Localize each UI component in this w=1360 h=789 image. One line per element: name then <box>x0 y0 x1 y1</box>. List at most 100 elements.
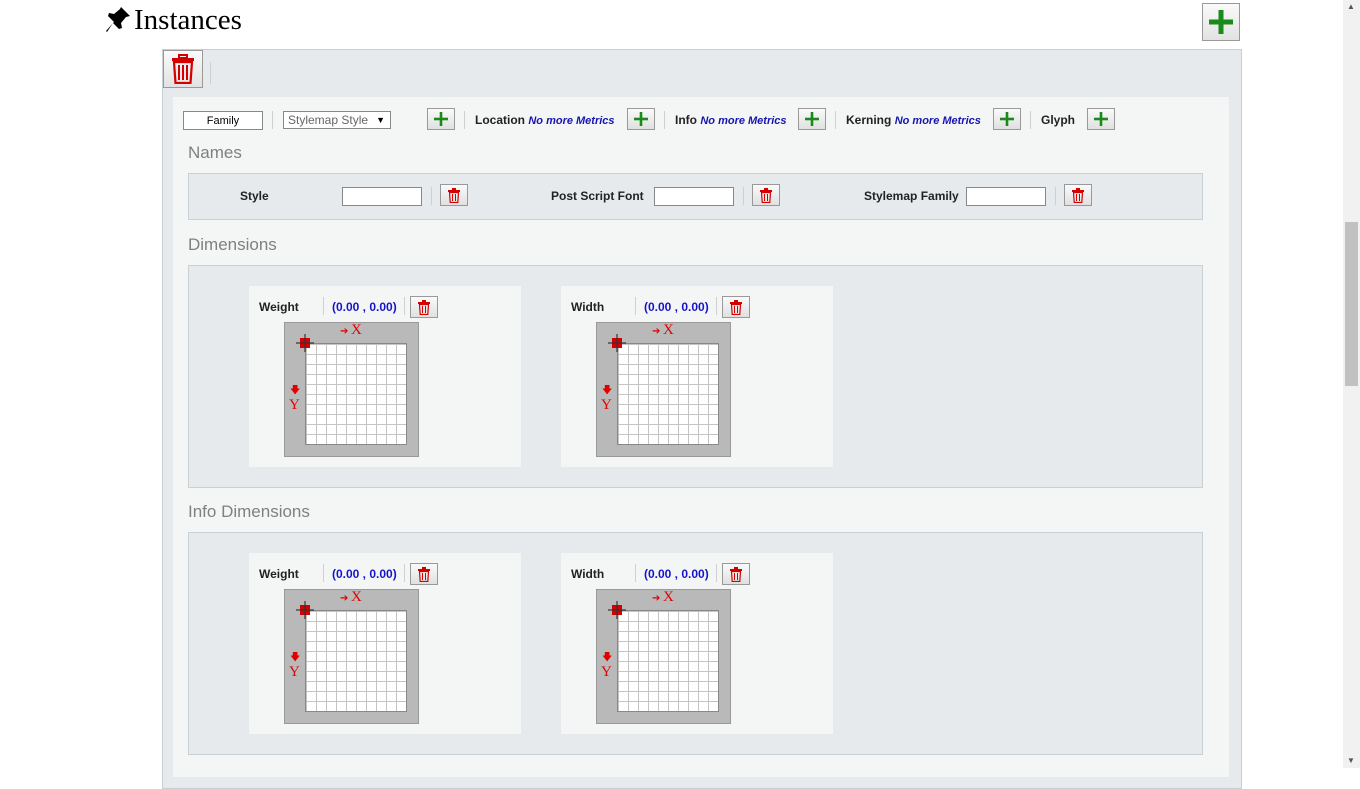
xy-grid[interactable] <box>617 343 719 445</box>
separator <box>404 297 405 315</box>
trash-icon <box>418 566 430 582</box>
separator <box>323 564 324 582</box>
x-axis-label: X <box>351 589 362 605</box>
delete-stylemap-family-button[interactable] <box>1064 184 1092 206</box>
xy-grid[interactable] <box>617 610 719 712</box>
delete-post-script-font-button[interactable] <box>752 184 780 206</box>
xy-grid[interactable] <box>305 343 407 445</box>
x-arrow-icon: ➔ <box>340 593 349 604</box>
chevron-down-icon: ▼ <box>376 115 385 125</box>
pin-icon <box>106 7 130 32</box>
add-name-button[interactable] <box>427 108 455 130</box>
plus-icon <box>1094 112 1108 126</box>
separator <box>464 111 465 129</box>
page-title: Instances <box>134 3 242 36</box>
location-text: Location <box>475 113 525 127</box>
xy-grid[interactable] <box>305 610 407 712</box>
x-arrow-icon: ➔ <box>652 326 661 337</box>
xy-pad[interactable]: ➔ X 🡇 Y <box>284 322 419 457</box>
xy-pad[interactable]: ➔ X 🡇 Y <box>596 589 731 724</box>
xy-handle[interactable] <box>296 334 314 352</box>
plus-icon <box>634 112 648 126</box>
stylemap-style-select[interactable]: Stylemap Style ▼ <box>283 111 391 129</box>
add-instance-button[interactable] <box>1202 3 1240 41</box>
delete-dimension-button[interactable] <box>410 296 438 318</box>
dimension-card-weight: Weight (0.00 , 0.00) ➔ X 🡇 Y <box>249 286 521 467</box>
stylemap-style-value: Stylemap Style <box>288 113 369 127</box>
dimension-label: Width <box>571 300 605 314</box>
plus-icon <box>1000 112 1014 126</box>
x-axis-label: X <box>351 322 362 338</box>
delete-style-button[interactable] <box>440 184 468 206</box>
add-kerning-button[interactable] <box>993 108 1021 130</box>
stylemap-family-input[interactable] <box>966 187 1046 206</box>
separator <box>404 564 405 582</box>
x-axis-label: X <box>663 589 674 605</box>
separator <box>716 564 717 582</box>
info-label: Info No more Metrics <box>675 113 787 127</box>
delete-dimension-button[interactable] <box>410 563 438 585</box>
trash-icon <box>1072 187 1084 203</box>
trash-icon <box>730 299 742 315</box>
trash-icon <box>448 187 460 203</box>
trash-icon <box>172 54 194 84</box>
page-header: Instances <box>104 2 242 38</box>
plus-icon <box>1209 10 1233 34</box>
dimension-label: Width <box>571 567 605 581</box>
kerning-text: Kerning <box>846 113 892 127</box>
delete-dimension-button[interactable] <box>722 563 750 585</box>
x-arrow-icon: ➔ <box>652 593 661 604</box>
xy-pad[interactable]: ➔ X 🡇 Y <box>596 322 731 457</box>
separator <box>431 187 432 205</box>
xy-handle[interactable] <box>608 601 626 619</box>
post-script-font-input[interactable] <box>654 187 734 206</box>
add-info-button[interactable] <box>798 108 826 130</box>
info-dimensions-section-title: Info Dimensions <box>188 502 310 521</box>
separator <box>835 111 836 129</box>
delete-instance-button[interactable] <box>163 50 203 88</box>
trash-icon <box>418 299 430 315</box>
style-input[interactable] <box>342 187 422 206</box>
separator <box>1055 187 1056 205</box>
plus-icon <box>805 112 819 126</box>
family-input[interactable]: Family <box>183 111 263 130</box>
plus-icon <box>434 112 448 126</box>
post-script-font-label: Post Script Font <box>551 189 644 203</box>
delete-dimension-button[interactable] <box>722 296 750 318</box>
xy-pad[interactable]: ➔ X 🡇 Y <box>284 589 419 724</box>
kerning-note: No more Metrics <box>894 115 981 127</box>
xy-handle[interactable] <box>608 334 626 352</box>
separator <box>1030 111 1031 129</box>
separator <box>743 187 744 205</box>
y-axis-label: Y <box>601 397 612 413</box>
y-axis-label: Y <box>601 664 612 680</box>
scroll-up-icon[interactable]: ▲ <box>1347 2 1355 11</box>
trash-icon <box>730 566 742 582</box>
separator <box>635 297 636 315</box>
dimension-card-width: Width (0.00 , 0.00) ➔ X 🡇 Y <box>561 286 833 467</box>
vertical-scrollbar[interactable]: ▲ ▼ <box>1343 0 1360 768</box>
dimension-label: Weight <box>259 300 299 314</box>
info-text: Info <box>675 113 697 127</box>
scroll-down-icon[interactable]: ▼ <box>1347 756 1355 765</box>
y-axis-label: Y <box>289 664 300 680</box>
kerning-label: Kerning No more Metrics <box>846 113 981 127</box>
info-dimension-card-weight: Weight (0.00 , 0.00) ➔ X 🡇 Y <box>249 553 521 734</box>
info-dimension-card-width: Width (0.00 , 0.00) ➔ X 🡇 Y <box>561 553 833 734</box>
dimension-value: (0.00 , 0.00) <box>332 567 397 581</box>
trash-icon <box>760 187 772 203</box>
info-note: No more Metrics <box>700 115 787 127</box>
xy-handle[interactable] <box>296 601 314 619</box>
separator <box>323 297 324 315</box>
style-label: Style <box>240 189 269 203</box>
location-label: Location No more Metrics <box>475 113 615 127</box>
add-glyph-button[interactable] <box>1087 108 1115 130</box>
dimension-label: Weight <box>259 567 299 581</box>
separator <box>635 564 636 582</box>
separator <box>664 111 665 129</box>
dimensions-section-title: Dimensions <box>188 235 277 254</box>
location-note: No more Metrics <box>528 115 615 127</box>
add-location-button[interactable] <box>627 108 655 130</box>
separator <box>272 111 273 129</box>
scrollbar-thumb[interactable] <box>1345 222 1358 386</box>
